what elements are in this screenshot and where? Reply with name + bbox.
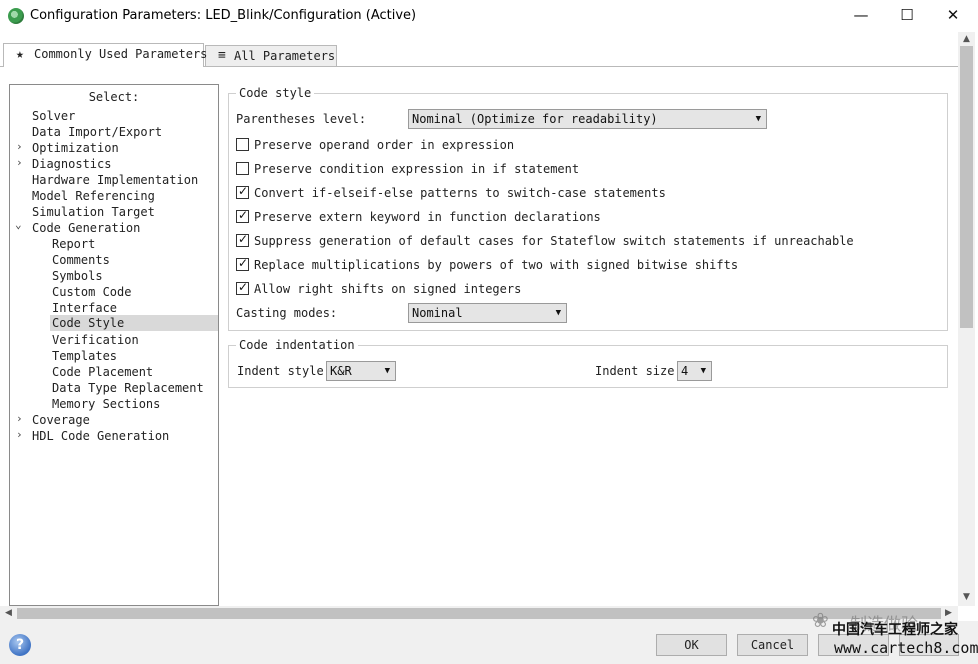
category-tree: Select: Solver Data Import/Export › Opti…	[9, 84, 219, 606]
allow-right-shifts-checkbox[interactable]: ✓	[236, 280, 249, 295]
title-bar: Configuration Parameters: LED_Blink/Conf…	[0, 0, 978, 32]
checkbox-label: Allow right shifts on signed integers	[254, 282, 522, 296]
ok-button[interactable]: OK	[656, 634, 727, 656]
watermark: ❀ 制造做验 中国汽车工程师之家 www.cartech8.com	[812, 606, 978, 664]
tab-label: Commonly Used Parameters	[34, 47, 208, 61]
checkbox-label: Preserve condition expression in if stat…	[254, 162, 580, 176]
checkmark-icon: ✓	[238, 280, 249, 294]
dropdown-arrow-icon: ▼	[700, 366, 706, 376]
simulink-config-icon	[8, 8, 24, 24]
vertical-scrollbar[interactable]: ▲ ▼	[958, 32, 975, 606]
tree-item-code-placement[interactable]: Code Placement	[52, 364, 153, 380]
list-icon: ≡	[218, 48, 226, 63]
tree-item-code-generation[interactable]: Code Generation	[32, 220, 140, 236]
dropdown-arrow-icon: ▼	[384, 366, 390, 376]
chevron-right-icon[interactable]: ›	[16, 412, 23, 425]
chevron-right-icon[interactable]: ›	[16, 428, 23, 441]
code-indentation-legend: Code indentation	[236, 338, 358, 352]
tree-item-coverage[interactable]: Coverage	[32, 412, 90, 428]
vertical-scroll-thumb[interactable]	[960, 46, 973, 328]
dropdown-arrow-icon: ▼	[555, 308, 561, 318]
code-style-legend: Code style	[236, 86, 315, 100]
tree-item-diagnostics[interactable]: Diagnostics	[32, 156, 111, 172]
tab-label: All Parameters	[234, 49, 336, 63]
wechat-icon: ❀	[812, 608, 829, 632]
indent-style-value: K&R	[330, 364, 352, 378]
tab-all-parameters[interactable]: ≡ All Parameters	[205, 45, 337, 66]
tree-item-data-type-replacement[interactable]: Data Type Replacement	[52, 380, 204, 396]
help-icon[interactable]: ?	[9, 634, 31, 656]
parentheses-level-dropdown[interactable]: Nominal (Optimize for readability) ▼	[408, 109, 767, 129]
close-button[interactable]: ✕	[930, 0, 976, 30]
tree-item-simulation-target[interactable]: Simulation Target	[32, 204, 155, 220]
window-title: Configuration Parameters: LED_Blink/Conf…	[30, 8, 417, 23]
horizontal-scroll-thumb[interactable]	[17, 608, 941, 619]
dropdown-arrow-icon: ▼	[755, 114, 761, 124]
indent-style-label: Indent style:	[237, 364, 331, 378]
checkmark-icon: ✓	[238, 256, 249, 270]
tree-item-code-style[interactable]: Code Style	[50, 315, 218, 331]
convert-if-elseif-checkbox[interactable]: ✓	[236, 184, 249, 199]
tree-item-templates[interactable]: Templates	[52, 348, 117, 364]
indent-style-dropdown[interactable]: K&R ▼	[326, 361, 396, 381]
minimize-button[interactable]: —	[838, 0, 884, 30]
chevron-right-icon[interactable]: ›	[16, 156, 23, 169]
checkbox-label: Suppress generation of default cases for…	[254, 234, 854, 248]
tree-item-data-import-export[interactable]: Data Import/Export	[32, 124, 162, 140]
checkbox-label: Preserve operand order in expression	[254, 138, 515, 152]
tab-commonly-used-parameters[interactable]: ★ Commonly Used Parameters	[3, 43, 208, 67]
chevron-down-icon[interactable]: ⌄	[15, 218, 22, 231]
checkmark-icon: ✓	[238, 208, 249, 222]
star-icon: ★	[16, 47, 24, 62]
preserve-extern-keyword-checkbox[interactable]: ✓	[236, 208, 249, 223]
tree-item-verification[interactable]: Verification	[52, 332, 139, 348]
preserve-operand-order-checkbox[interactable]	[236, 138, 249, 151]
casting-modes-dropdown[interactable]: Nominal ▼	[408, 303, 567, 323]
tree-item-memory-sections[interactable]: Memory Sections	[52, 396, 160, 412]
tree-item-comments[interactable]: Comments	[52, 252, 110, 268]
watermark-url: www.cartech8.com	[834, 639, 978, 657]
preserve-condition-expression-checkbox[interactable]	[236, 162, 249, 175]
checkmark-icon: ✓	[238, 232, 249, 246]
checkmark-icon: ✓	[238, 184, 249, 198]
checkbox-label: Convert if-elseif-else patterns to switc…	[254, 186, 666, 200]
tree-item-report[interactable]: Report	[52, 236, 95, 252]
tree-item-interface[interactable]: Interface	[52, 300, 117, 316]
casting-modes-label: Casting modes:	[236, 306, 338, 320]
tree-item-solver[interactable]: Solver	[32, 108, 75, 124]
maximize-button[interactable]: ☐	[884, 0, 930, 30]
scroll-left-icon[interactable]: ◀	[5, 606, 12, 621]
tree-item-custom-code[interactable]: Custom Code	[52, 284, 131, 300]
indent-size-value: 4	[681, 364, 689, 378]
casting-modes-value: Nominal	[412, 306, 463, 320]
tree-item-hardware-implementation[interactable]: Hardware Implementation	[32, 172, 198, 188]
parentheses-level-value: Nominal (Optimize for readability)	[412, 112, 658, 126]
indent-size-dropdown[interactable]: 4 ▼	[677, 361, 712, 381]
tree-header: Select:	[88, 90, 140, 104]
parentheses-level-label: Parentheses level:	[236, 112, 367, 126]
cancel-button[interactable]: Cancel	[737, 634, 808, 656]
tree-item-symbols[interactable]: Symbols	[52, 268, 103, 284]
checkbox-label: Replace multiplications by powers of two…	[254, 258, 739, 272]
suppress-default-cases-checkbox[interactable]: ✓	[236, 232, 249, 247]
chevron-right-icon[interactable]: ›	[16, 140, 23, 153]
tree-item-model-referencing[interactable]: Model Referencing	[32, 188, 155, 204]
replace-multiplications-checkbox[interactable]: ✓	[236, 256, 249, 271]
scroll-down-icon[interactable]: ▼	[958, 592, 975, 602]
checkbox-label: Preserve extern keyword in function decl…	[254, 210, 601, 224]
tree-item-optimization[interactable]: Optimization	[32, 140, 119, 156]
tree-item-hdl-code-generation[interactable]: HDL Code Generation	[32, 428, 169, 444]
indent-size-label: Indent size:	[595, 364, 682, 378]
watermark-line2: 中国汽车工程师之家	[832, 622, 958, 638]
scroll-up-icon[interactable]: ▲	[958, 34, 975, 44]
